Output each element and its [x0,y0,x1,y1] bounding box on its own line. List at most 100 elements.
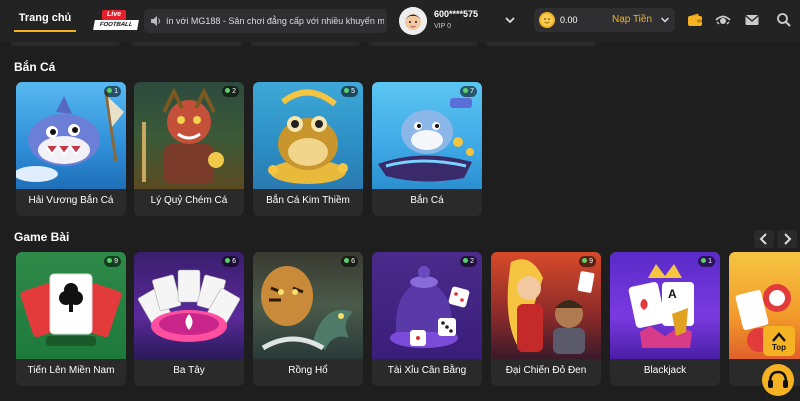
live-logo-football-text: FOOTBALL [93,20,139,30]
golden-toad-icon [268,89,348,184]
game-title: Bắn Cá [410,195,444,206]
previous-row-strip [10,42,600,46]
search-icon[interactable] [776,12,792,28]
scroll-left-button[interactable] [754,230,774,248]
dragon-tiger-icon [261,266,353,351]
svg-text:A: A [668,287,677,301]
online-dot-icon [107,258,113,263]
game-thumbnail: A 1 [610,252,720,359]
nav-home-tab[interactable]: Trang chủ [14,8,76,32]
game-card[interactable]: 9 Đại Chiến Đỏ Đen [491,252,601,386]
player-count-badge: 1 [698,256,715,267]
section-title-ban-ca: Bắn Cá [14,60,56,74]
online-dot-icon [225,88,231,93]
wallet-icon[interactable] [687,12,703,28]
shark-icon [16,91,124,182]
game-title: Hải Vương Bắn Cá [28,195,114,206]
game-thumbnail: 1 [16,82,126,189]
player-count-badge: 2 [222,86,239,97]
game-card[interactable]: 5 Bắn Cá Kim Thiềm [253,82,363,216]
card-fan-icon [137,269,241,342]
player-count: 6 [232,258,236,265]
announcement-marquee[interactable]: ín với MG188 - Sân chơi đẳng cấp với nhi… [144,9,387,33]
player-count: 9 [114,258,118,265]
top-navigation-bar: Trang chủ Live FOOTBALL ín với MG188 - S… [0,0,800,42]
headset-icon [768,370,788,388]
game-thumbnail: 9 [491,252,601,359]
player-count-badge: 6 [222,256,239,267]
game-thumbnail: 7 [372,82,482,189]
player-count-badge: 9 [579,256,596,267]
game-card[interactable]: 2 Lý Quỷ Chém Cá [134,82,244,216]
chevron-left-icon [759,233,767,245]
game-card[interactable]: 2 Tài Xỉu Cân Bằng [372,252,482,386]
scroll-right-button[interactable] [777,230,797,248]
mail-icon[interactable] [744,12,760,28]
scroll-to-top-label: Top [771,343,787,352]
live-football-logo[interactable]: Live FOOTBALL [93,10,139,32]
game-card[interactable]: 9 Tiến Lên Miền Nam [16,252,126,386]
deposit-button[interactable]: Nạp Tiền [612,8,652,32]
online-dot-icon [463,88,469,93]
player-count: 2 [470,258,474,265]
game-card[interactable]: 6 Ba Tây [134,252,244,386]
game-title: Lý Quỷ Chém Cá [150,195,228,206]
dice-shaker-icon [390,266,470,348]
balance-amount: 0.00 [560,15,578,25]
player-count: 7 [470,88,474,95]
game-title: Ba Tây [173,365,205,376]
game-title: Đại Chiến Đỏ Đen [505,365,587,376]
player-count: 6 [351,258,355,265]
player-count: 2 [232,88,236,95]
online-dot-icon [107,88,113,93]
player-count-badge: 7 [460,86,477,97]
avatar[interactable] [399,7,427,35]
player-count-badge: 1 [104,86,121,97]
game-card[interactable]: 6 Rồng Hổ [253,252,363,386]
game-thumbnail: 6 [253,252,363,359]
warrior-queen-icon [507,259,595,354]
game-title: Tài Xỉu Cân Bằng [387,365,467,376]
speaker-icon [151,16,160,26]
user-id[interactable]: 600****575 [434,9,478,19]
game-thumbnail: 2 [134,82,244,189]
player-count: 1 [708,258,712,265]
coin-icon [539,12,555,28]
avatar-face-icon [399,7,427,35]
player-count-badge: 5 [341,86,358,97]
online-dot-icon [225,258,231,263]
player-count-badge: 9 [104,256,121,267]
eye-icon[interactable] [715,12,731,28]
game-card[interactable]: 1 Hải Vương Bắn Cá [16,82,126,216]
player-count: 9 [589,258,593,265]
online-dot-icon [463,258,469,263]
vip-level: VIP 0 [434,23,451,30]
crown-cards-icon: A [628,264,694,348]
demon-warrior-icon [142,87,224,184]
online-dot-icon [344,258,350,263]
player-count: 5 [351,88,355,95]
section-title-game-bai: Game Bài [14,230,70,244]
game-title: Blackjack [643,365,687,376]
marquee-text: ín với MG188 - Sân chơi đẳng cấp với nhi… [166,16,384,26]
online-dot-icon [701,258,707,263]
chevron-right-icon [784,233,792,245]
player-count: 1 [114,88,118,95]
scroll-to-top-button[interactable]: Top [763,326,795,356]
game-title: Rồng Hổ [288,365,328,376]
live-logo-badge: Live [102,10,126,20]
chevron-down-icon[interactable] [660,15,670,25]
game-thumbnail: 2 [372,252,482,359]
online-dot-icon [344,88,350,93]
support-chat-button[interactable] [762,364,794,396]
shark-jetski-icon [378,98,474,182]
game-title: Tiến Lên Miền Nam [27,365,115,376]
game-card[interactable]: 7 Bắn Cá [372,82,482,216]
game-thumbnail: 5 [253,82,363,189]
chevron-down-icon[interactable] [504,14,516,26]
game-card[interactable]: A 1 Blackjack [610,252,720,386]
wallet-bar[interactable]: 0.00 Nạp Tiền [534,8,675,32]
game-thumbnail: 9 [16,252,126,359]
player-count-badge: 6 [341,256,358,267]
playing-cards-icon [20,273,122,346]
